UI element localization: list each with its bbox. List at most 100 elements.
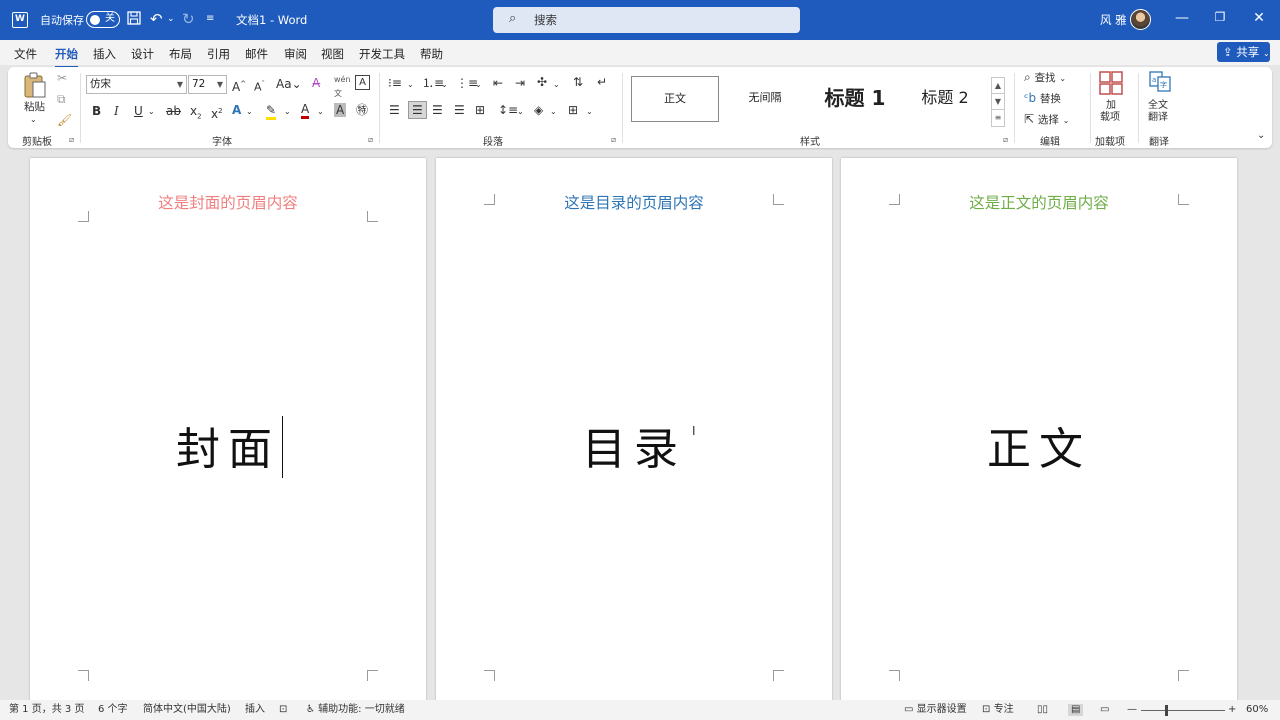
addins-label-2[interactable]: 载项 (1100, 111, 1120, 125)
chevron-down-icon[interactable]: ⌄ (553, 78, 560, 92)
page-body[interactable]: 这是正文的页眉内容 正文 (841, 158, 1237, 700)
addins-icon[interactable] (1099, 71, 1123, 98)
align-right-icon[interactable]: ☰ (432, 103, 443, 117)
user-name[interactable]: 风 雅 (1100, 12, 1127, 28)
share-button[interactable]: ⇪ 共享 ⌄ (1217, 42, 1270, 62)
document-area[interactable]: 这是封面的页眉内容 封面 这是目录的页眉内容 目录 I 这是正文的页眉内容 正文 (0, 150, 1280, 700)
avatar[interactable] (1130, 9, 1151, 30)
zoom-in-icon[interactable]: + (1228, 704, 1236, 716)
zoom-slider[interactable] (1141, 710, 1225, 711)
page-body-text[interactable]: 正文 (841, 413, 1237, 477)
superscript-icon[interactable]: x2 (211, 104, 223, 121)
search-box[interactable]: ⌕ 搜索 (493, 7, 800, 33)
paste-icon[interactable] (22, 71, 48, 99)
font-launcher-icon[interactable]: ⧄ (368, 135, 373, 145)
style-no-spacing[interactable]: 无间隔 (721, 76, 809, 122)
style-heading-1[interactable]: 标题 1 (811, 76, 899, 122)
zoom-level[interactable]: 60% (1246, 704, 1268, 716)
bold-icon[interactable]: B (92, 104, 101, 118)
tab-home[interactable]: 开始 (55, 46, 78, 68)
page-count[interactable]: 第 1 页，共 3 页 (9, 704, 84, 716)
chevron-down-icon[interactable]: ⌄ (475, 78, 482, 92)
word-count[interactable]: 6 个字 (98, 704, 128, 716)
highlight-icon[interactable]: ✎ (266, 103, 277, 120)
chevron-down-icon[interactable]: ⌄ (246, 105, 253, 119)
distributed-icon[interactable]: ⊞ (475, 103, 485, 117)
scroll-down-icon[interactable]: ▼ (992, 94, 1004, 110)
customize-toolbar-icon[interactable]: ≡ (206, 10, 214, 28)
paste-label[interactable]: 粘贴 (24, 100, 45, 114)
styles-more-icon[interactable]: ≡ (992, 110, 1004, 126)
tab-view[interactable]: 视图 (321, 46, 344, 62)
chevron-down-icon[interactable]: ⌄ (148, 105, 155, 119)
tab-mailings[interactable]: 邮件 (245, 46, 268, 62)
asian-layout-icon[interactable]: ✣ (537, 75, 547, 89)
phonetic-guide-icon[interactable]: wén 文 (334, 73, 351, 101)
translate-icon[interactable]: a字 (1149, 71, 1171, 96)
macro-record-icon[interactable]: ⊡ (279, 704, 287, 716)
bullets-icon[interactable]: ⁝≡ (388, 76, 402, 90)
find-button[interactable]: ⌕ 查找 ⌄ (1024, 70, 1066, 86)
zoom-slider-thumb[interactable] (1165, 705, 1168, 716)
display-settings[interactable]: ▭ 显示器设置 (904, 704, 967, 716)
tab-layout[interactable]: 布局 (169, 46, 192, 62)
focus-mode[interactable]: ⊡ 专注 (982, 704, 1014, 716)
paste-dropdown-icon[interactable]: ⌄ (30, 113, 37, 127)
style-normal[interactable]: 正文 (631, 76, 719, 122)
text-effects-icon[interactable]: A (232, 103, 241, 117)
line-spacing-icon[interactable]: ↕≡ (498, 103, 518, 117)
underline-icon[interactable]: U (134, 104, 143, 118)
align-left-icon[interactable]: ☰ (389, 103, 400, 117)
show-formatting-icon[interactable]: ↵ (597, 75, 607, 89)
paragraph-launcher-icon[interactable]: ⧄ (611, 135, 616, 145)
undo-icon[interactable]: ↶ (150, 10, 163, 28)
replace-button[interactable]: ᶜb 替换 (1024, 91, 1061, 106)
insert-mode[interactable]: 插入 (245, 704, 265, 716)
character-border-icon[interactable]: A (355, 75, 370, 90)
chevron-down-icon[interactable]: ⌄ (586, 105, 593, 119)
page-body-text[interactable]: 封面 (30, 413, 426, 477)
strikethrough-icon[interactable]: ab (166, 104, 181, 118)
restore-icon[interactable]: ❐ (1210, 10, 1230, 24)
character-shading-icon[interactable]: A (334, 103, 347, 117)
borders-icon[interactable]: ⊞ (568, 103, 578, 117)
select-button[interactable]: ⇱ 选择 ⌄ (1024, 112, 1069, 128)
tab-review[interactable]: 审阅 (284, 46, 307, 62)
zoom-out-icon[interactable]: — (1127, 704, 1137, 716)
styles-launcher-icon[interactable]: ⧄ (1003, 135, 1008, 145)
subscript-icon[interactable]: x2 (190, 104, 202, 123)
chevron-down-icon[interactable]: ⌄ (550, 105, 557, 119)
decrease-indent-icon[interactable]: ⇤ (493, 76, 503, 90)
tab-developer[interactable]: 开发工具 (359, 46, 405, 62)
shrink-font-icon[interactable]: Aˇ (254, 77, 265, 95)
minimize-icon[interactable]: — (1172, 10, 1192, 26)
page-body-text[interactable]: 目录 (436, 413, 832, 477)
tab-references[interactable]: 引用 (207, 46, 230, 62)
style-heading-2[interactable]: 标题 2 (901, 76, 989, 122)
page-header[interactable]: 这是封面的页眉内容 (30, 191, 426, 213)
chevron-down-icon[interactable]: ⌄ (517, 105, 524, 119)
tab-insert[interactable]: 插入 (93, 46, 116, 62)
clear-formatting-icon[interactable]: A̶ (312, 76, 320, 90)
enclose-characters-icon[interactable]: ㊕ (356, 103, 368, 117)
save-icon[interactable] (126, 10, 142, 30)
styles-scroll[interactable]: ▲ ▼ ≡ (991, 77, 1005, 127)
chevron-down-icon[interactable]: ⌄ (407, 78, 414, 92)
sort-icon[interactable]: ⇅ (573, 75, 583, 89)
translate-label-2[interactable]: 翻译 (1148, 111, 1168, 125)
scroll-up-icon[interactable]: ▲ (992, 78, 1004, 94)
undo-dropdown-icon[interactable]: ⌄ (167, 10, 175, 28)
format-painter-icon[interactable]: 🖌 (57, 113, 72, 127)
accessibility-status[interactable]: ♿ 辅助功能: 一切就绪 (306, 704, 405, 716)
chevron-down-icon[interactable]: ⌄ (284, 105, 291, 119)
web-layout-icon[interactable]: ▭ (1100, 704, 1109, 716)
tab-help[interactable]: 帮助 (420, 46, 443, 62)
tab-design[interactable]: 设计 (131, 46, 154, 62)
page-cover[interactable]: 这是封面的页眉内容 封面 (30, 158, 426, 700)
chevron-down-icon[interactable]: ⌄ (441, 78, 448, 92)
redo-icon[interactable]: ↻ (182, 10, 195, 28)
collapse-ribbon-icon[interactable]: ⌄ (1257, 129, 1265, 143)
shading-icon[interactable]: ◈ (534, 103, 543, 117)
tab-file[interactable]: 文件 (14, 46, 37, 62)
cut-icon[interactable]: ✂ (57, 71, 67, 85)
